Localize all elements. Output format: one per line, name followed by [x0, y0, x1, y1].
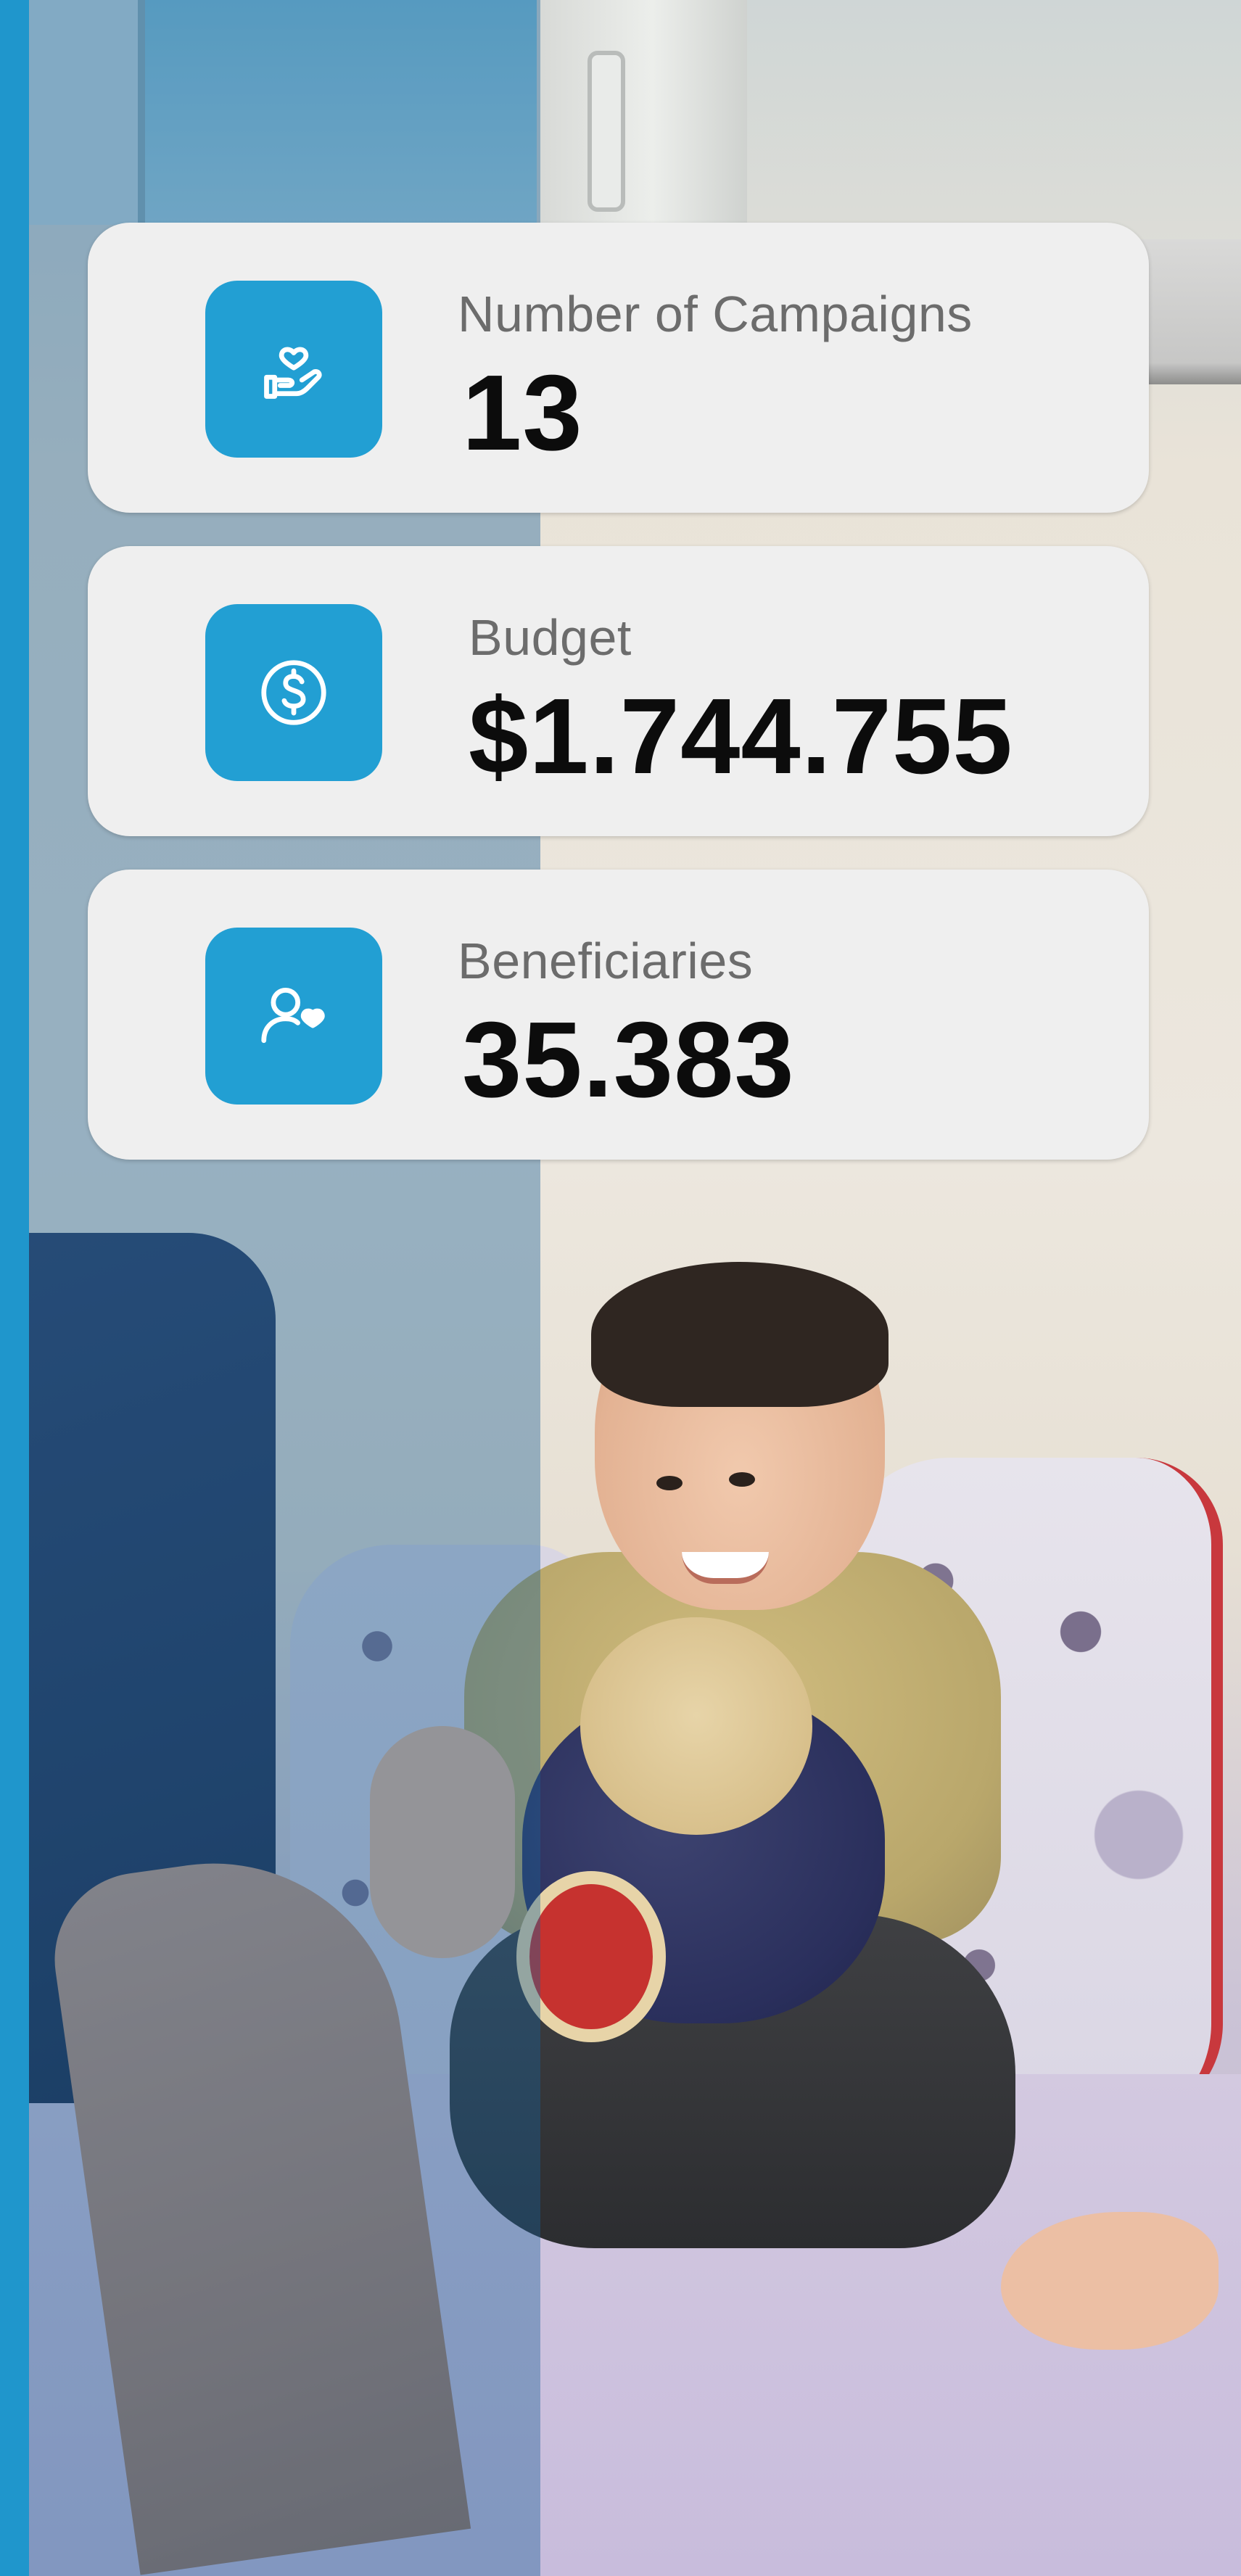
child-eye-left: [656, 1476, 683, 1490]
budget-icon-box: [205, 604, 382, 781]
campaigns-icon-box: [205, 281, 382, 458]
beneficiaries-value: 35.383: [462, 1000, 795, 1120]
campaigns-label: Number of Campaigns: [458, 286, 973, 342]
person-heart-icon: [261, 988, 325, 1044]
budget-card: Budget $1.744.755: [88, 546, 1149, 836]
campaigns-value: 13: [462, 353, 583, 473]
screen: Number of Campaigns 13 Budget $1.744.755: [0, 0, 1241, 2576]
stats-cards: Number of Campaigns 13 Budget $1.744.755: [88, 223, 1149, 1193]
hand-heart-icon: [264, 347, 322, 399]
budget-label: Budget: [469, 609, 632, 666]
door-handle: [587, 51, 625, 212]
background-door: [537, 0, 747, 225]
beneficiaries-card: Beneficiaries 35.383: [88, 870, 1149, 1160]
child-hair: [591, 1262, 889, 1407]
child-eye-right: [729, 1472, 755, 1487]
teddy-bear-head: [580, 1617, 812, 1835]
budget-value: $1.744.755: [469, 677, 1013, 796]
dollar-coin-icon: [261, 660, 326, 725]
beneficiaries-label: Beneficiaries: [458, 933, 754, 989]
beneficiaries-icon-box: [205, 928, 382, 1105]
brand-stripe: [0, 0, 29, 2576]
campaigns-card: Number of Campaigns 13: [88, 223, 1149, 513]
